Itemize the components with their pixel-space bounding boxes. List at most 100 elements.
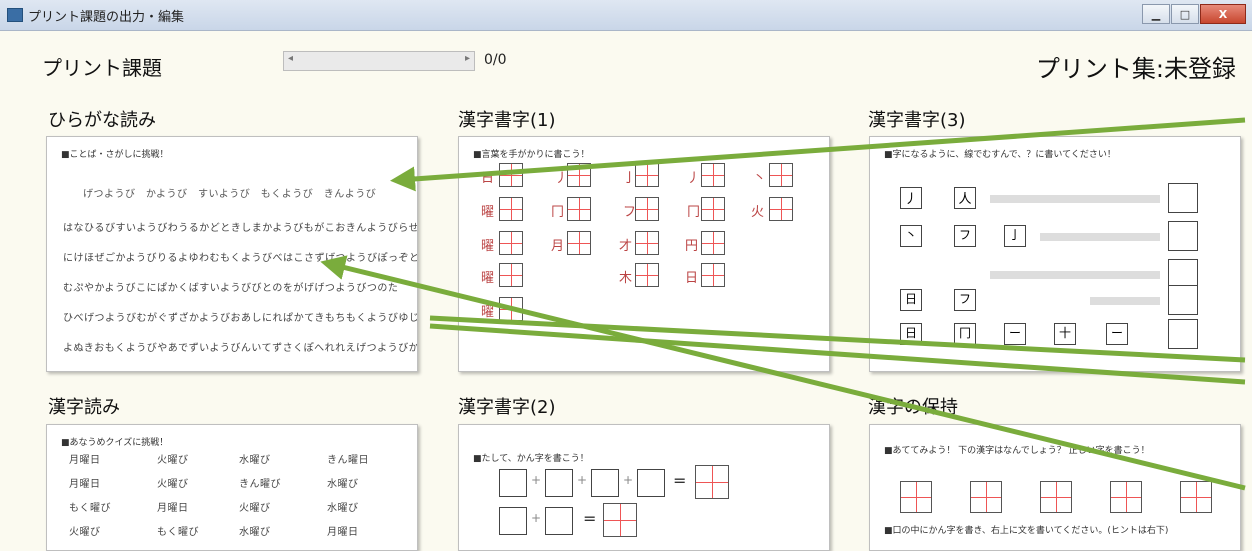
stroke-box: 丿 [900,187,922,209]
writing-cell [769,197,793,221]
connect-arrow [1090,297,1160,305]
print-card-kanji-reading[interactable]: ■あなうめクイズに挑戦！ 月曜日 火曜び 水曜び きん曜日 月曜日 火曜び きん… [46,424,418,551]
scroll-right-arrow[interactable]: ▸ [465,53,470,64]
page-title: プリント課題 [42,56,162,80]
plus-sign: + [531,511,542,525]
plus-sign: + [531,473,542,487]
print-card-kanji-writing-1[interactable]: ■言葉を手がかりに書こう！ 日 丿 亅 丿 丶 曜 冂 フ 冂 火 曜 月 才 … [458,136,830,372]
stroke-box: 丶 [900,225,922,247]
stroke-glyph: 曜 [481,239,495,254]
stroke-glyph: 日 [481,171,495,186]
card-heading: ■あててみよう！ 下の漢字はなんでしょう？ 正しい字を書こう！ [884,446,1150,456]
card-heading: ■字になるように、線でむすんで、？に書いてください！ [884,150,1116,160]
quiz-cell: 水曜び [239,527,271,538]
stroke-glyph: 曜 [481,271,495,286]
word-row: げつようび かようび すいようび もくようび きんようび [83,189,377,200]
stroke-box: ー [1106,323,1128,345]
answer-box[interactable] [1168,319,1198,349]
writing-cell [567,231,591,255]
print-scrollbar[interactable]: ◂ ▸ [283,51,475,71]
card-title-kanji-retention: 漢字の保持 [868,397,958,418]
writing-cell [701,163,725,187]
quiz-cell: 水曜び [327,479,359,490]
card-heading: ■たして、かん字を書こう！ [473,454,589,464]
puzzle-line: よぬきおもくようびやあでずいようびんいてずさくぽへれれえげつようびかに [63,343,418,354]
stroke-glyph: 冂 [687,205,701,220]
part-box [499,507,527,535]
scroll-left-arrow[interactable]: ◂ [288,53,293,64]
card-title-hiragana: ひらがな読み [48,110,156,131]
part-box [637,469,665,497]
connect-arrow [990,195,1160,203]
print-card-kanji-writing-3[interactable]: ■字になるように、線でむすんで、？に書いてください！ 丿 人 丶 フ 亅 日 フ… [869,136,1241,372]
maximize-button[interactable]: □ [1171,4,1199,24]
quiz-cell: もく曜び [157,527,199,538]
connect-arrow [990,271,1160,279]
quiz-cell: 火曜び [69,527,101,538]
answer-cell[interactable] [900,481,932,513]
equals-sign: = [583,509,597,528]
part-box [591,469,619,497]
stroke-box: 冂 [954,323,976,345]
writing-cell [635,231,659,255]
quiz-cell: 月曜日 [157,503,189,514]
answer-cell[interactable] [1180,481,1212,513]
answer-cell[interactable] [603,503,637,537]
card-heading: ■言葉を手がかりに書こう！ [473,150,590,160]
answer-box[interactable] [1168,285,1198,315]
answer-cell[interactable] [970,481,1002,513]
card-instruction: ■口の中にかん字を書き、右上に文を書いてください。(ヒントは右下) [884,526,1169,536]
card-title-kanji-reading: 漢字読み [48,397,120,418]
quiz-cell: 火曜び [239,503,271,514]
minimize-button[interactable]: ▁ [1142,4,1170,24]
connect-arrow [1040,233,1160,241]
part-box [545,507,573,535]
stroke-glyph: 曜 [481,305,495,320]
quiz-cell: 火曜び [157,455,189,466]
answer-cell[interactable] [695,465,729,499]
stroke-glyph: 火 [751,205,765,220]
stroke-box: フ [954,289,976,311]
stroke-glyph: 日 [685,271,699,286]
quiz-cell: 月曜日 [327,527,359,538]
close-button[interactable]: X [1200,4,1246,24]
stroke-glyph: 木 [619,271,633,286]
print-card-kanji-writing-2[interactable]: ■たして、かん字を書こう！ + + + = + = [458,424,830,551]
answer-cell[interactable] [1040,481,1072,513]
puzzle-line: にけほぜごかようびりるよゆわむもくようびべはこさずげつようびぽっぞとれ [63,253,418,264]
writing-cell [701,231,725,255]
stroke-glyph: 才 [619,239,633,254]
writing-cell [701,263,725,287]
stroke-box: 亅 [1004,225,1026,247]
writing-cell [635,163,659,187]
quiz-cell: 月曜日 [69,479,101,490]
part-box [499,469,527,497]
print-card-hiragana[interactable]: ■ことば・さがしに挑戦！ げつようび かようび すいようび もくようび きんよう… [46,136,418,372]
print-card-kanji-retention[interactable]: ■あててみよう！ 下の漢字はなんでしょう？ 正しい字を書こう！ ■口の中にかん字… [869,424,1241,551]
quiz-cell: もく曜び [69,503,111,514]
writing-cell [499,197,523,221]
answer-cell[interactable] [1110,481,1142,513]
stroke-box: 人 [954,187,976,209]
stroke-box: 十 [1054,323,1076,345]
writing-cell [635,197,659,221]
window-titlebar: プリント課題の出力・編集 ▁ □ X [0,0,1252,31]
page-counter: 0/0 [484,52,507,68]
writing-cell [769,163,793,187]
writing-cell [567,197,591,221]
writing-cell [499,297,523,321]
stroke-glyph: 円 [685,239,699,254]
plus-sign: + [623,473,634,487]
collection-status: プリント集:未登録 [1035,55,1236,83]
writing-cell [567,163,591,187]
answer-box[interactable] [1168,221,1198,251]
card-title-kanji-writing-1: 漢字書字(1) [458,110,556,131]
stroke-glyph: 月 [551,239,565,254]
stroke-glyph: 丿 [687,171,701,186]
writing-cell [701,197,725,221]
quiz-cell: 火曜び [157,479,189,490]
stroke-box: ー [1004,323,1026,345]
answer-box[interactable] [1168,183,1198,213]
part-box [545,469,573,497]
stroke-glyph: 冂 [551,205,565,220]
